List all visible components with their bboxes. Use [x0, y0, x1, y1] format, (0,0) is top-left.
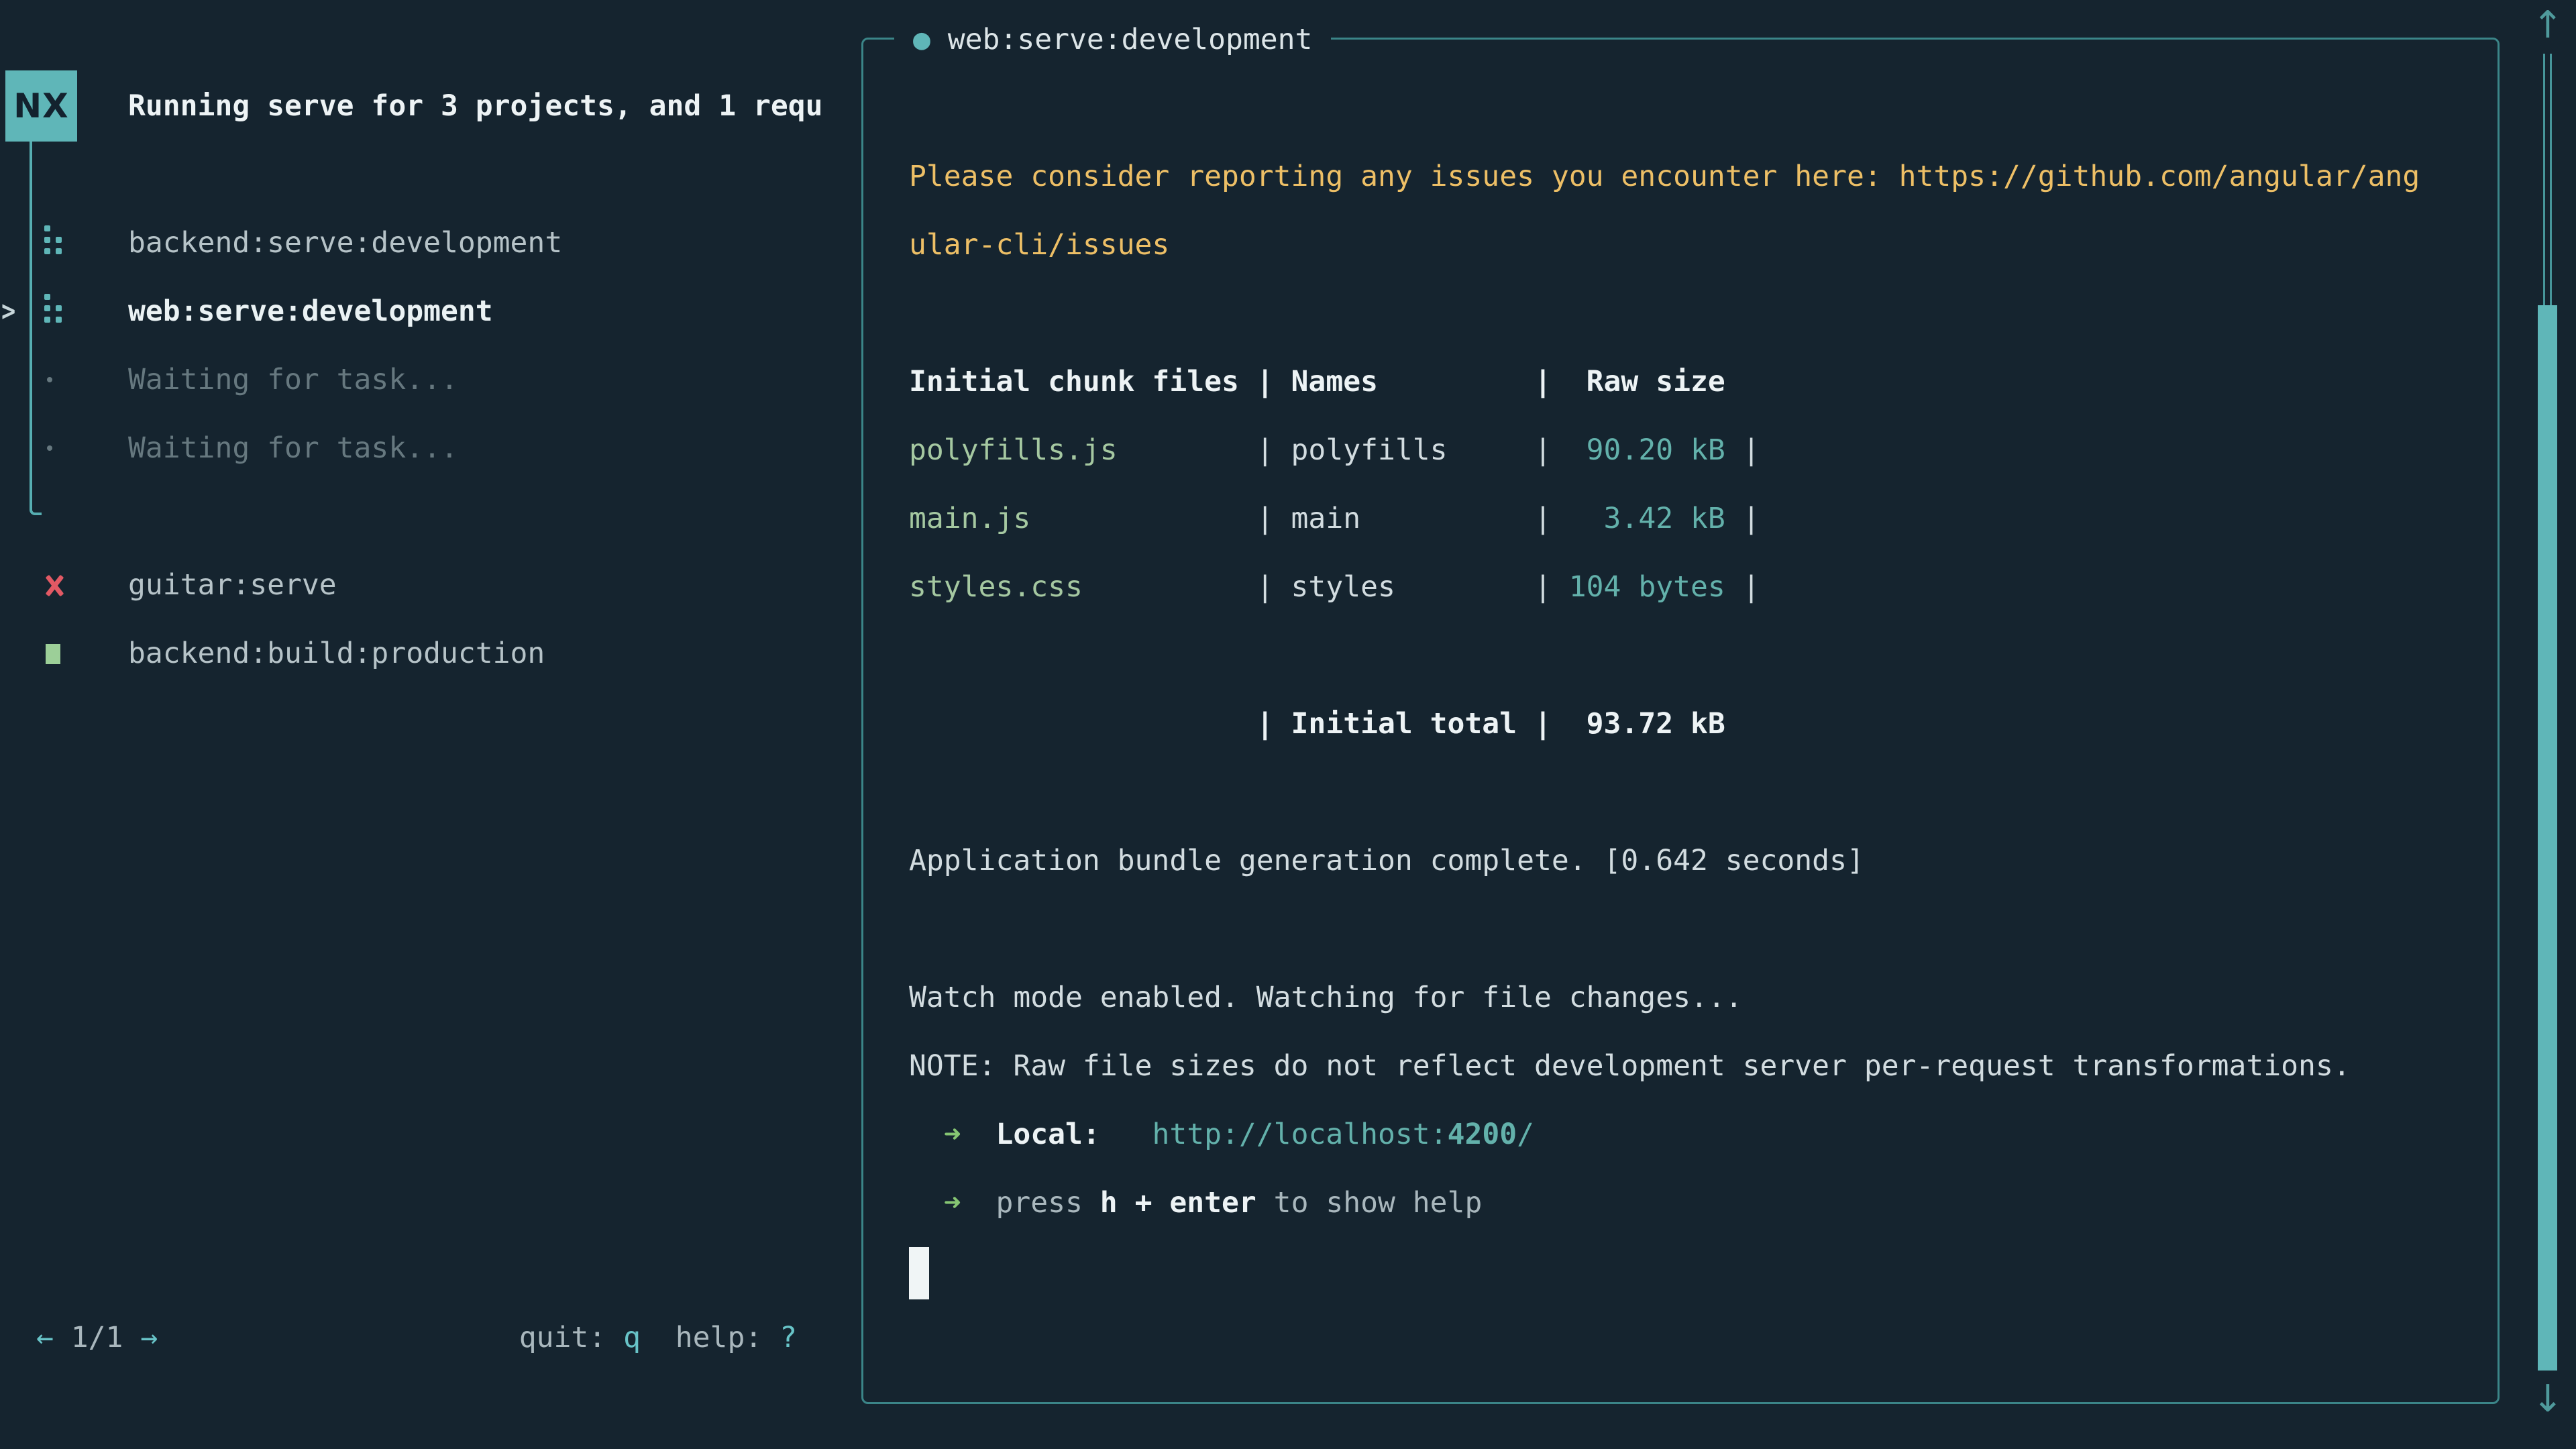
- nx-logo: NX: [5, 70, 77, 142]
- terminal-line: [909, 1237, 2492, 1305]
- task-label: backend:build:production: [128, 619, 545, 688]
- terminal-line: main.js | main | 3.42 kB |: [909, 484, 2492, 553]
- quit-hint-label: quit:: [519, 1321, 623, 1354]
- square-icon: [39, 619, 68, 688]
- task-label: web:serve:development: [128, 277, 493, 345]
- sidebar-task-waiting-for-task-[interactable]: Waiting for task...: [0, 345, 861, 414]
- keyboard-hints: quit: q help: ?: [519, 1303, 797, 1372]
- task-status-dot-icon: ●: [913, 23, 930, 56]
- page-indicator: 1/1: [54, 1321, 140, 1354]
- cursor-block: [909, 1247, 929, 1299]
- scroll-up-icon[interactable]: ↑: [2529, 7, 2567, 44]
- sidebar-footer: ← 1/1 → quit: q help: ?: [0, 1303, 861, 1372]
- sidebar-task-web-serve-development[interactable]: > web:serve:development: [0, 277, 861, 345]
- waiting-dot-icon: [39, 345, 68, 414]
- spinner-icon: [39, 277, 68, 345]
- sidebar-task-waiting-for-task-[interactable]: Waiting for task...: [0, 414, 861, 482]
- cross-icon: [39, 551, 68, 619]
- terminal-line: Application bundle generation complete. …: [909, 826, 2492, 895]
- pagination: ← 1/1 →: [36, 1303, 158, 1372]
- quit-key: q: [623, 1321, 641, 1354]
- sidebar-task-backend-serve-development[interactable]: backend:serve:development: [0, 209, 861, 277]
- output-panel: ● web:serve:development Please consider …: [861, 38, 2500, 1404]
- terminal-line: [909, 621, 2492, 690]
- panel-title: ● web:serve:development: [894, 5, 1331, 74]
- terminal-line: ➜ press h + enter to show help: [909, 1169, 2492, 1237]
- terminal-line: ular-cli/issues: [909, 211, 2492, 279]
- terminal-line: [909, 895, 2492, 963]
- task-label: guitar:serve: [128, 551, 337, 619]
- terminal-line: styles.css | styles | 104 bytes |: [909, 553, 2492, 621]
- app-title: Running serve for 3 projects, and 1 requ: [128, 72, 839, 140]
- sidebar-task-backend-build-production[interactable]: backend:build:production: [0, 619, 861, 688]
- task-label: backend:serve:development: [128, 209, 562, 277]
- spinner-icon: [39, 209, 68, 277]
- task-sidebar: NX Running serve for 3 projects, and 1 r…: [0, 0, 861, 1449]
- terminal-line: Watch mode enabled. Watching for file ch…: [909, 963, 2492, 1032]
- terminal-line: Please consider reporting any issues you…: [909, 142, 2492, 211]
- terminal-output: Please consider reporting any issues you…: [909, 142, 2492, 1305]
- terminal-line: ➜ Local: http://localhost:4200/: [909, 1100, 2492, 1169]
- help-key: ?: [780, 1321, 797, 1354]
- terminal-line: [909, 758, 2492, 826]
- prev-page-arrow-icon[interactable]: ←: [36, 1321, 54, 1354]
- sidebar-task-guitar-serve[interactable]: guitar:serve: [0, 551, 861, 619]
- terminal-line: [909, 279, 2492, 347]
- help-hint-label: help:: [641, 1321, 780, 1354]
- scroll-down-icon[interactable]: ↓: [2529, 1381, 2567, 1418]
- terminal-line: Initial chunk files | Names | Raw size: [909, 347, 2492, 416]
- terminal-line: | Initial total | 93.72 kB: [909, 690, 2492, 758]
- task-label: Waiting for task...: [128, 414, 458, 482]
- task-label: Waiting for task...: [128, 345, 458, 414]
- waiting-dot-icon: [39, 414, 68, 482]
- terminal-line: polyfills.js | polyfills | 90.20 kB |: [909, 416, 2492, 484]
- panel-title-text: web:serve:development: [948, 23, 1313, 56]
- terminal-line: NOTE: Raw file sizes do not reflect deve…: [909, 1032, 2492, 1100]
- next-page-arrow-icon[interactable]: →: [140, 1321, 158, 1354]
- selected-task-caret-icon: >: [1, 277, 23, 345]
- scroll-thumb[interactable]: [2538, 305, 2557, 1371]
